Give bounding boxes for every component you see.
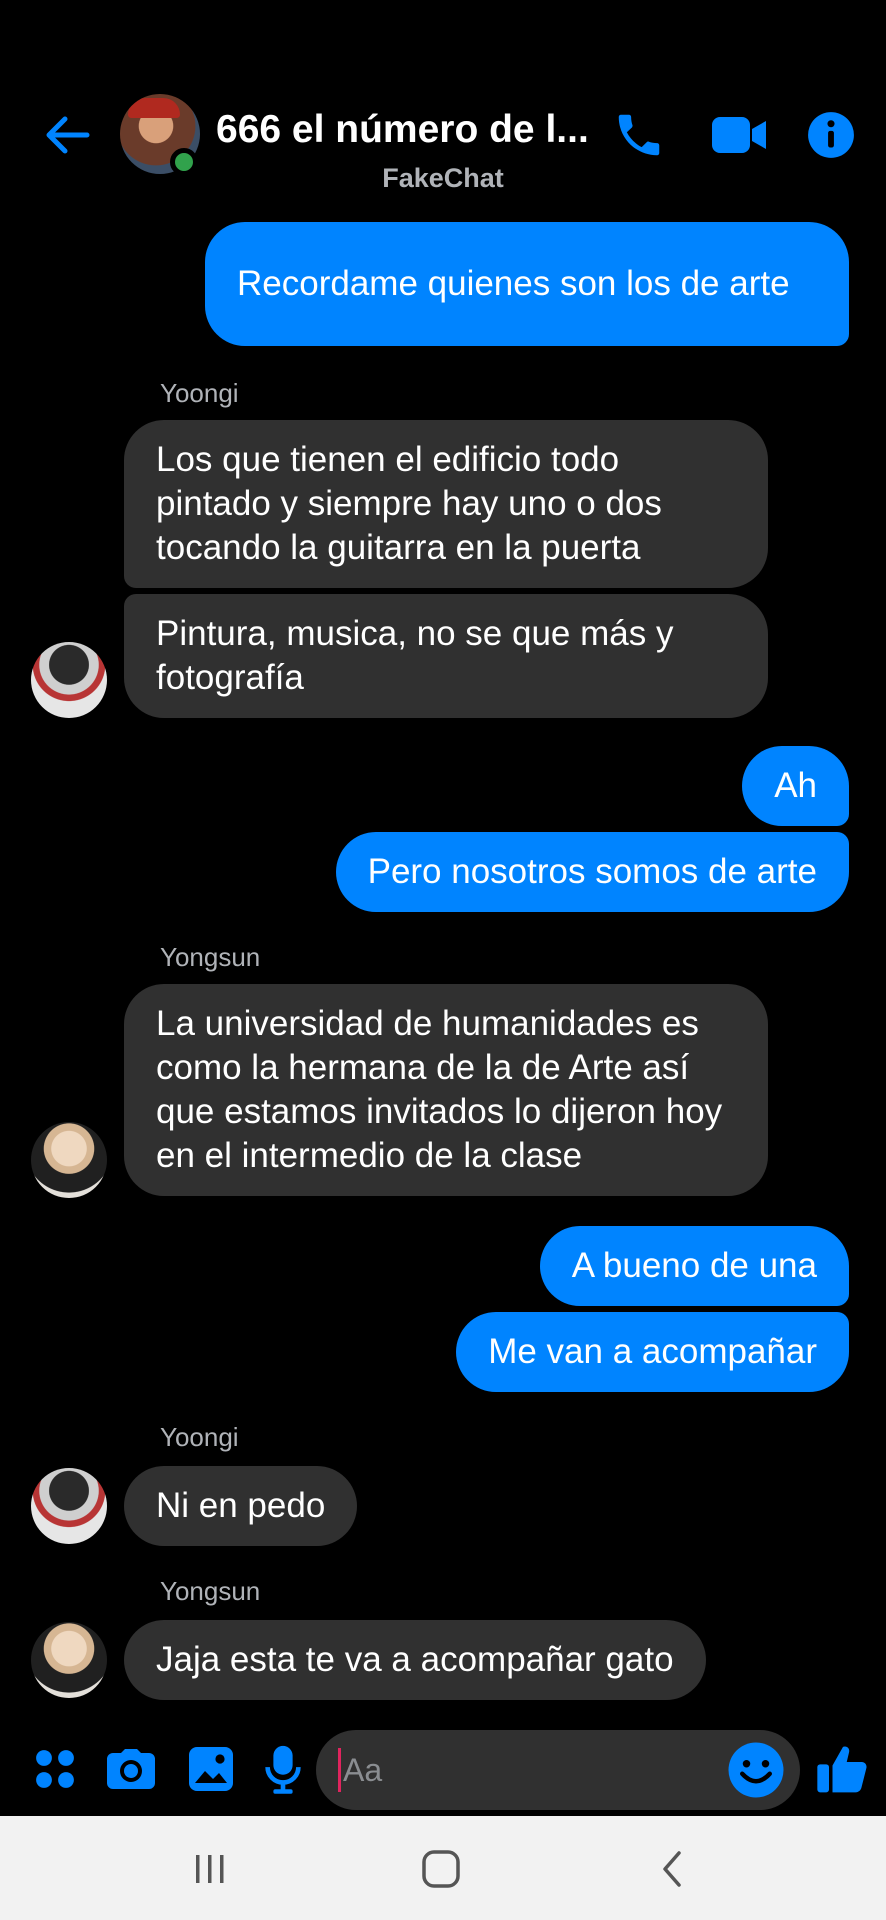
back-arrow-icon[interactable] <box>38 106 96 164</box>
message-incoming[interactable]: La universidad de humanidades es como la… <box>124 984 768 1196</box>
recent-apps-icon[interactable] <box>180 1844 240 1894</box>
sender-name: Yongsun <box>160 942 261 972</box>
gallery-icon[interactable] <box>180 1738 242 1800</box>
info-icon[interactable] <box>800 104 862 166</box>
apps-icon[interactable] <box>24 1738 86 1800</box>
sender-avatar[interactable] <box>31 642 107 718</box>
message-outgoing[interactable]: Pero nosotros somos de arte <box>335 832 849 912</box>
chat-header: 666 el número de l... FakeChat <box>0 0 886 200</box>
message-outgoing[interactable]: Recordame quienes son los de arte <box>205 222 849 346</box>
sender-name: Yoongi <box>160 1422 239 1452</box>
sender-name: Yoongi <box>160 378 239 408</box>
video-camera-icon[interactable] <box>698 104 782 166</box>
chat-subtitle: FakeChat <box>382 163 504 193</box>
system-navigation-bar <box>0 1816 886 1920</box>
home-icon[interactable] <box>411 1844 471 1894</box>
message-outgoing[interactable]: Me van a acompañar <box>456 1312 849 1392</box>
emoji-icon[interactable] <box>726 1740 786 1800</box>
sender-avatar[interactable] <box>31 1122 107 1198</box>
microphone-icon[interactable] <box>252 1738 314 1800</box>
message-outgoing[interactable]: Ah <box>742 746 849 826</box>
sender-avatar[interactable] <box>31 1622 107 1698</box>
chat-title[interactable]: 666 el número de l... <box>216 108 594 152</box>
message-incoming[interactable]: Ni en pedo <box>124 1466 358 1546</box>
message-incoming[interactable]: Jaja esta te va a acompañar gato <box>124 1620 706 1700</box>
message-incoming[interactable]: Los que tienen el edificio todo pintado … <box>124 420 768 588</box>
sender-name: Yongsun <box>160 1576 261 1606</box>
back-nav-icon[interactable] <box>642 1844 702 1894</box>
message-outgoing[interactable]: A bueno de una <box>539 1226 849 1306</box>
camera-icon[interactable] <box>100 1738 162 1800</box>
message-composer <box>0 1724 886 1816</box>
phone-icon[interactable] <box>608 104 670 166</box>
thumbs-up-icon[interactable] <box>812 1738 874 1800</box>
message-input[interactable] <box>338 1748 718 1792</box>
sender-avatar[interactable] <box>31 1468 107 1544</box>
message-incoming[interactable]: Pintura, musica, no se que más y fotogra… <box>124 594 768 718</box>
message-input-wrapper <box>316 1730 800 1810</box>
